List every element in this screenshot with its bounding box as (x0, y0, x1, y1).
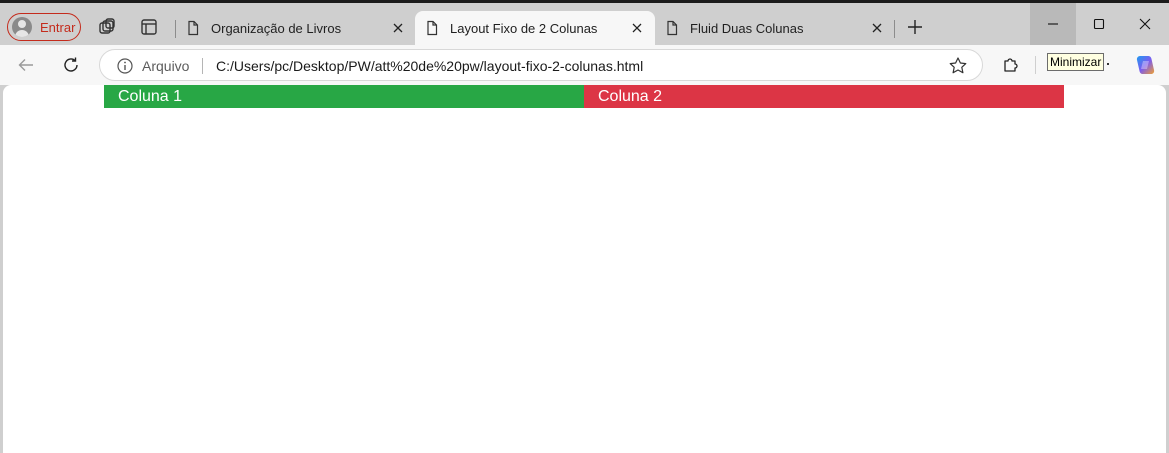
close-window-button[interactable] (1122, 3, 1168, 45)
tab-title: Fluid Duas Colunas (690, 20, 804, 36)
more-dot (1107, 63, 1109, 65)
close-tab-icon[interactable] (629, 20, 645, 36)
document-icon (424, 20, 440, 36)
browser-toolbar: Arquivo C:/Users/pc/Desktop/PW/att%20de%… (0, 45, 1169, 85)
minimize-icon (1048, 23, 1058, 25)
tab-separator (894, 20, 895, 38)
close-tab-icon[interactable] (869, 20, 885, 36)
address-bar[interactable]: Arquivo C:/Users/pc/Desktop/PW/att%20de%… (99, 49, 983, 81)
document-icon (664, 20, 680, 36)
tab-layout-fixo-de-2-colunas[interactable]: Layout Fixo de 2 Colunas (415, 11, 655, 45)
profile-button[interactable]: Entrar (7, 13, 81, 41)
puzzle-icon (1004, 58, 1018, 72)
back-button[interactable] (14, 53, 38, 77)
document-icon (185, 20, 201, 36)
maximize-button[interactable] (1076, 3, 1122, 45)
refresh-icon (64, 57, 78, 72)
vertical-tabs-icon[interactable] (138, 16, 160, 38)
site-security-label: Arquivo (142, 58, 190, 74)
column-2: Coluna 2 (584, 85, 1064, 108)
tab-strip: Entrar Organização de Livros Layout Fixo… (0, 3, 1169, 45)
favorite-star-icon[interactable] (948, 56, 968, 76)
avatar-icon (12, 17, 32, 37)
copilot-icon[interactable] (1134, 53, 1158, 77)
close-tab-icon[interactable] (390, 20, 406, 36)
workspaces-icon[interactable] (96, 16, 118, 38)
maximize-icon (1093, 18, 1105, 30)
profile-label: Entrar (40, 19, 76, 35)
url-text[interactable]: C:/Users/pc/Desktop/PW/att%20de%20pw/lay… (216, 58, 643, 74)
close-icon (1139, 18, 1151, 30)
minimize-tooltip: Minimizar (1047, 53, 1105, 71)
info-icon[interactable] (116, 57, 134, 75)
tab-fluid-duas-colunas[interactable]: Fluid Duas Colunas (655, 11, 895, 45)
address-divider (202, 58, 203, 74)
toolbar-separator (1035, 56, 1036, 74)
tab-title: Organização de Livros (211, 20, 342, 36)
minimize-button[interactable] (1030, 3, 1076, 45)
column-1: Coluna 1 (104, 85, 584, 108)
page-viewport: Coluna 1 Coluna 2 (3, 85, 1166, 453)
extensions-button[interactable] (999, 53, 1023, 77)
tab-organizacao-de-livros[interactable]: Organização de Livros (176, 11, 416, 45)
back-arrow-icon (18, 59, 33, 71)
new-tab-icon[interactable] (904, 16, 926, 38)
tab-title: Layout Fixo de 2 Colunas (450, 20, 598, 36)
refresh-button[interactable] (59, 53, 83, 77)
